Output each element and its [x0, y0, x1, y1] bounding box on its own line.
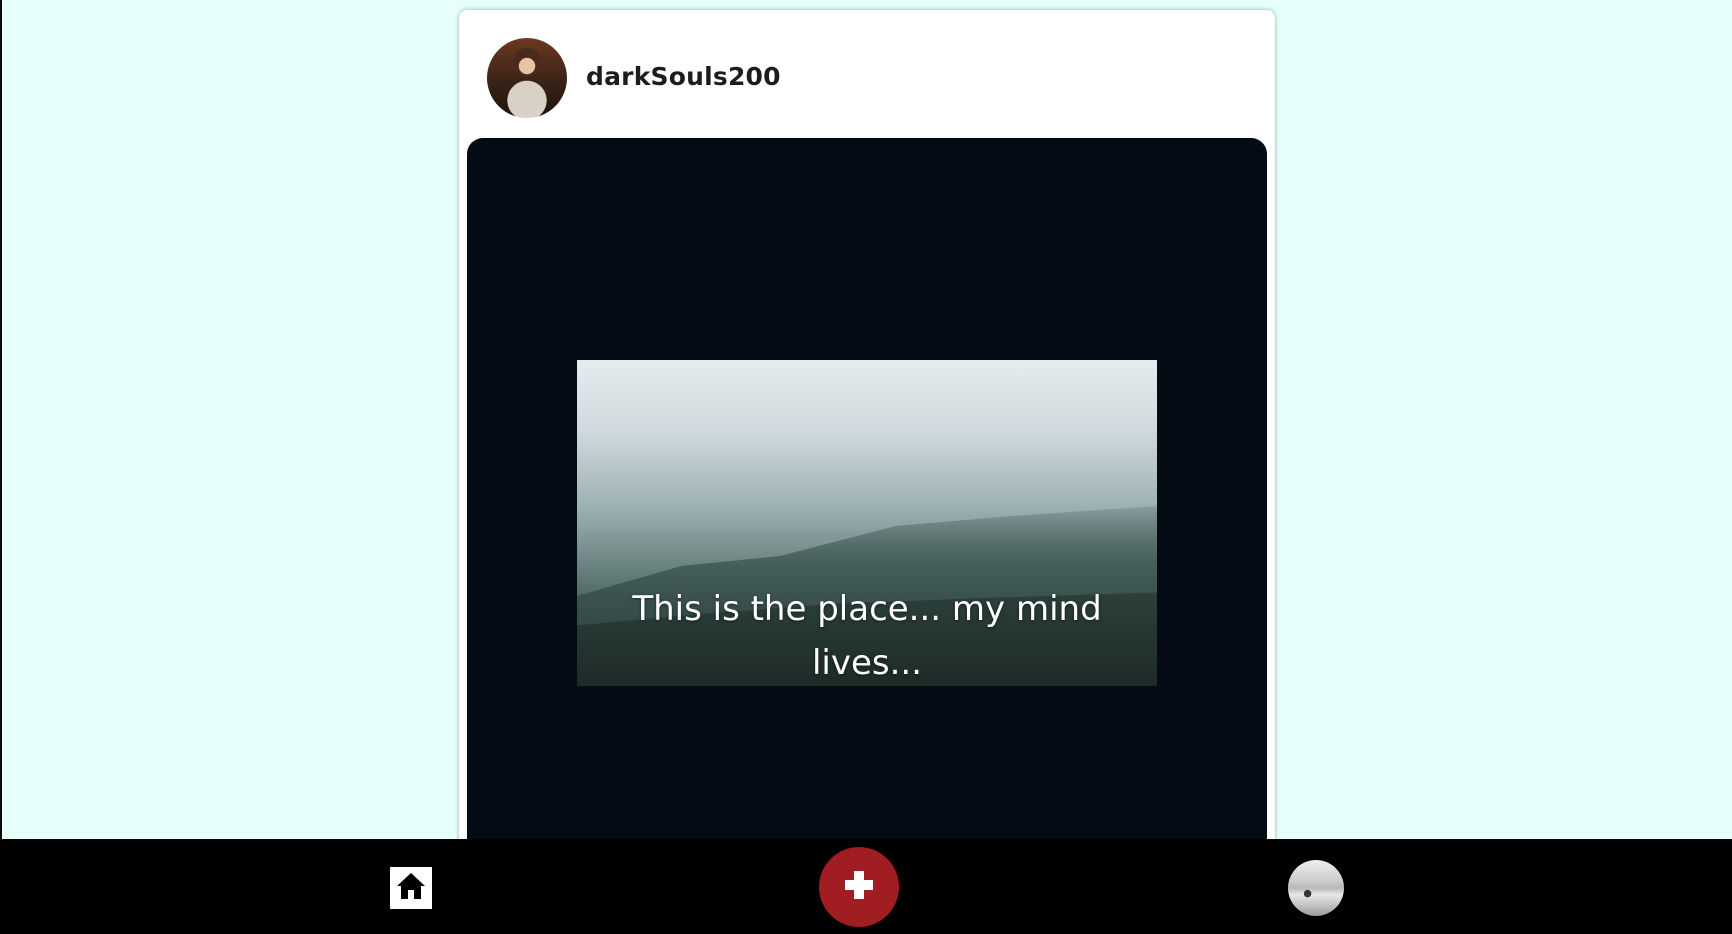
- author-username[interactable]: darkSouls200: [586, 62, 781, 91]
- post-image: This is the place... my mind lives...: [577, 360, 1157, 686]
- post-media: This is the place... my mind lives...: [467, 138, 1267, 870]
- bottom-navigation: [0, 839, 1732, 934]
- post-header: darkSouls200: [459, 10, 1275, 138]
- plus-icon: [842, 868, 876, 906]
- post-caption: This is the place... my mind lives...: [632, 589, 1102, 683]
- add-post-button[interactable]: [819, 847, 899, 927]
- author-avatar[interactable]: [487, 38, 567, 118]
- home-icon: [395, 870, 427, 906]
- post-card: darkSouls200 This is the place... my min…: [459, 10, 1275, 870]
- home-button[interactable]: [390, 867, 432, 909]
- profile-avatar-button[interactable]: [1288, 860, 1344, 916]
- window-edge: [0, 0, 2, 934]
